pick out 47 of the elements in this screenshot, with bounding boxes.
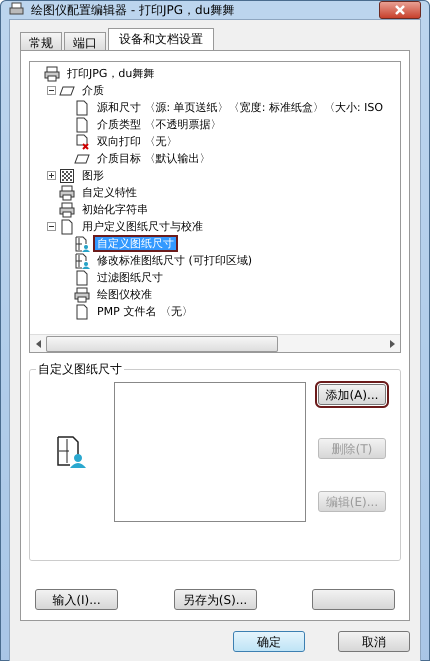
printer-icon — [44, 66, 60, 82]
tree-item[interactable]: 初始化字符串 — [78, 201, 152, 218]
dialog-button[interactable]: 确定 — [233, 631, 305, 652]
tree-item[interactable]: 自定义特性 — [78, 184, 141, 201]
printer-icon — [74, 286, 90, 302]
page-icon — [74, 270, 90, 286]
close-button[interactable] — [379, 1, 421, 19]
checker-icon — [59, 168, 75, 184]
page-icon — [74, 100, 90, 116]
tab[interactable]: 端口 — [64, 32, 106, 50]
tree-item[interactable]: 介质类型 〈不透明票据〉 — [93, 116, 226, 133]
tab[interactable]: 常规 — [20, 32, 62, 50]
dialog-button[interactable]: 取消 — [338, 631, 410, 652]
horizontal-scrollbar[interactable] — [30, 334, 400, 352]
right-arrow-icon[interactable] — [390, 340, 394, 348]
group-button[interactable]: 添加(A)... — [318, 384, 386, 405]
paper-size-list[interactable] — [114, 382, 306, 522]
tree-item[interactable]: 绘图仪校准 — [93, 286, 156, 303]
tab[interactable]: 设备和文档设置 — [108, 28, 214, 50]
panel-button[interactable]: 另存为(S)... — [174, 589, 256, 610]
tree-item[interactable]: 修改标准图纸尺寸 (可打印区域) — [93, 252, 256, 269]
tree-item[interactable]: 图形 — [78, 167, 108, 184]
size-person-icon — [74, 252, 90, 268]
page-icon — [74, 304, 90, 320]
panel-button[interactable] — [312, 589, 395, 610]
tree-item[interactable]: 源和尺寸 〈源: 单页送纸〉〈宽度: 标准纸盒〉〈大小: ISO — [93, 99, 387, 116]
collapse-icon[interactable] — [47, 222, 56, 231]
page-icon — [59, 218, 75, 234]
printer-icon — [59, 184, 75, 200]
tree-item[interactable]: PMP 文件名 〈无〉 — [93, 303, 197, 320]
expand-icon[interactable] — [47, 171, 56, 180]
panel-button[interactable]: 输入(I)... — [35, 589, 118, 610]
size-person-icon — [56, 435, 86, 469]
tree-item[interactable]: 双向打印 〈无〉 — [93, 133, 182, 150]
window-title: 绘图仪配置编辑器 - 打印JPG，du舞舞 — [31, 2, 234, 18]
size-person-icon — [74, 236, 90, 252]
collapse-icon[interactable] — [47, 86, 56, 95]
page-cross-icon — [74, 134, 90, 150]
tree-item[interactable]: 介质 — [78, 82, 108, 99]
left-arrow-icon[interactable] — [36, 340, 40, 348]
group-title: 自定义图纸尺寸 — [37, 361, 123, 378]
close-icon — [395, 5, 405, 15]
tree-item[interactable]: 介质目标 〈默认输出〉 — [93, 150, 214, 167]
tree-item[interactable]: 打印JPG，du舞舞 — [63, 65, 158, 82]
printer-icon — [59, 202, 75, 218]
tree-item[interactable]: 用户定义图纸尺寸与校准 — [78, 218, 207, 235]
tree-item[interactable]: 过滤图纸尺寸 — [93, 269, 167, 286]
